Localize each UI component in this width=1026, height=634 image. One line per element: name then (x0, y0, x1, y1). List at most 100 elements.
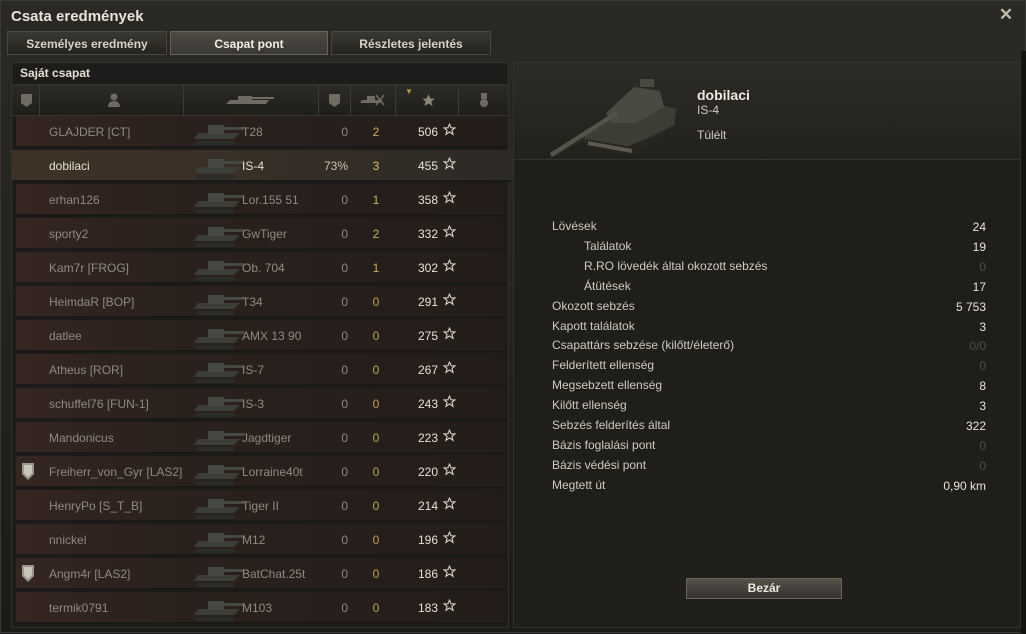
star-icon (442, 394, 457, 408)
stat-label: Felderített ellenség (552, 358, 655, 373)
damage-value: 0 (341, 363, 348, 377)
stat-value: 0,90 km (943, 478, 986, 493)
title-bar[interactable]: Csata eredmények ✕ (1, 1, 1025, 31)
stat-value: 17 (972, 279, 986, 294)
table-row[interactable]: nnickel M12 0 0 196 (16, 524, 506, 556)
table-row[interactable]: datlee AMX 13 90 0 0 275 (16, 320, 506, 352)
tank-icon (188, 321, 246, 351)
star-icon (442, 564, 457, 578)
table-row[interactable]: schuffel76 [FUN-1] IS-3 0 0 243 (16, 388, 506, 420)
stat-value: 0 (979, 359, 986, 374)
player-name: Freiherr_von_Gyr [LAS2] (49, 465, 183, 479)
table-row[interactable]: GLAJDER [CT] T28 0 2 506 (16, 116, 506, 148)
player-name: schuffel76 [FUN-1] (49, 397, 149, 411)
stat-value: 322 (965, 419, 986, 433)
stat-row: Kilőtt ellenség 3 (552, 396, 986, 416)
table-row[interactable]: dobilaci IS-4 73% 3 455 (12, 150, 514, 182)
close-icon[interactable]: ✕ (997, 6, 1015, 24)
tank-icon (188, 219, 246, 249)
tank-icon (188, 457, 246, 487)
tank-name: T28 (242, 125, 263, 139)
stat-value: 0/0 (969, 339, 986, 354)
vehicle-header: dobilaci IS-4 Túlélt (514, 63, 1020, 160)
star-icon (442, 530, 457, 544)
player-name: Kam7r [FROG] (49, 261, 130, 275)
player-name: GLAJDER [CT] (49, 125, 131, 139)
stat-row: Bázis védési pont 0 (552, 456, 986, 476)
stat-value: 5 753 (955, 299, 986, 314)
tank-column-icon[interactable] (222, 92, 278, 108)
xp-value: 196 (417, 533, 438, 547)
tank-icon (188, 185, 246, 215)
xp-value: 455 (417, 159, 438, 173)
medal-icon (21, 565, 35, 582)
kills-value: 0 (372, 295, 380, 309)
damage-value: 0 (341, 193, 348, 207)
player-name: nnickel (49, 533, 87, 547)
player-name: dobilaci (49, 159, 90, 173)
battle-results-window: Csata eredmények ✕ Személyes eredmény Cs… (0, 0, 1026, 634)
stat-value: 0 (979, 438, 986, 453)
star-icon (442, 360, 457, 374)
player-name: datlee (49, 329, 82, 343)
table-row[interactable]: HeimdaR [BOP] T34 0 0 291 (16, 286, 506, 318)
stat-label: Lövések (552, 219, 597, 233)
damage-value: 0 (341, 227, 348, 241)
tank-icon (188, 287, 246, 317)
star-icon (442, 292, 457, 306)
player-column-icon[interactable] (106, 92, 122, 108)
table-row[interactable]: Atheus [ROR] IS-7 0 0 267 (16, 354, 506, 386)
player-name: sporty2 (49, 227, 89, 241)
damage-value: 0 (341, 465, 348, 479)
table-row[interactable]: HenryPo [S_T_B] Tiger II 0 0 214 (16, 490, 506, 522)
stat-value: 19 (972, 239, 986, 254)
stat-row: Csapattárs sebzése (kilőtt/életerő) 0/0 (552, 336, 986, 356)
stat-value: 3 (979, 319, 986, 334)
stat-label: Bázis védési pont (552, 457, 647, 472)
stat-value: 8 (979, 379, 986, 394)
kills-value: 0 (372, 431, 380, 445)
stat-value: 0 (979, 458, 986, 473)
table-row[interactable]: Angm4r [LAS2] BatChat.25t 0 0 186 (16, 558, 506, 590)
stat-value: 24 (972, 220, 986, 234)
xp-value: 186 (417, 567, 438, 581)
star-icon (442, 190, 457, 204)
table-row[interactable]: Freiherr_von_Gyr [LAS2] Lorraine40t 0 0 220 (16, 456, 506, 488)
close-button[interactable]: Bezár (686, 578, 842, 599)
damage-value: 0 (341, 329, 348, 343)
tank-icon (188, 253, 246, 283)
xp-value: 275 (417, 329, 438, 343)
damage-value: 0 (341, 499, 348, 513)
stat-label: Bázis foglalási pont (552, 437, 656, 452)
stat-row: Találatok 19 (552, 237, 986, 257)
table-row[interactable]: Mandonicus Jagdtiger 0 0 223 (16, 422, 506, 454)
medal-column-icon[interactable] (18, 92, 34, 108)
table-row[interactable]: erhan126 Lor.155 51 0 1 358 (16, 184, 506, 216)
damage-value: 0 (341, 533, 348, 547)
stat-label: Kapott találatok (552, 318, 635, 333)
player-name: erhan126 (49, 193, 100, 207)
vehicle-player-name: dobilaci (697, 87, 750, 103)
xp-value: 291 (417, 295, 438, 309)
damage-value: 0 (341, 397, 348, 411)
star-icon (442, 224, 457, 238)
tab-team-score[interactable]: Csapat pont (170, 31, 328, 55)
damage-column-icon[interactable] (326, 92, 342, 108)
star-icon (442, 598, 457, 612)
window-title: Csata eredmények (11, 8, 144, 25)
table-row[interactable]: Kam7r [FROG] Ob. 704 0 1 302 (16, 252, 506, 284)
kills-value: 3 (372, 159, 380, 173)
stat-label: Megsebzett ellenség (552, 378, 663, 393)
table-row[interactable]: sporty2 GwTiger 0 2 332 (16, 218, 506, 250)
star-icon (442, 326, 457, 340)
player-name: Atheus [ROR] (49, 363, 124, 377)
table-row[interactable]: termik0791 M103 0 0 183 (16, 592, 506, 624)
kills-value: 0 (372, 465, 380, 479)
sort-indicator-icon: ▼ (405, 87, 413, 96)
tab-personal-result[interactable]: Személyes eredmény (7, 31, 167, 55)
achievement-column-icon[interactable] (476, 92, 492, 108)
xp-column-icon[interactable] (420, 92, 436, 108)
tab-detailed-report[interactable]: Részletes jelentés (331, 31, 491, 55)
stat-label: Megtett út (552, 477, 606, 492)
kills-column-icon[interactable] (356, 92, 388, 108)
